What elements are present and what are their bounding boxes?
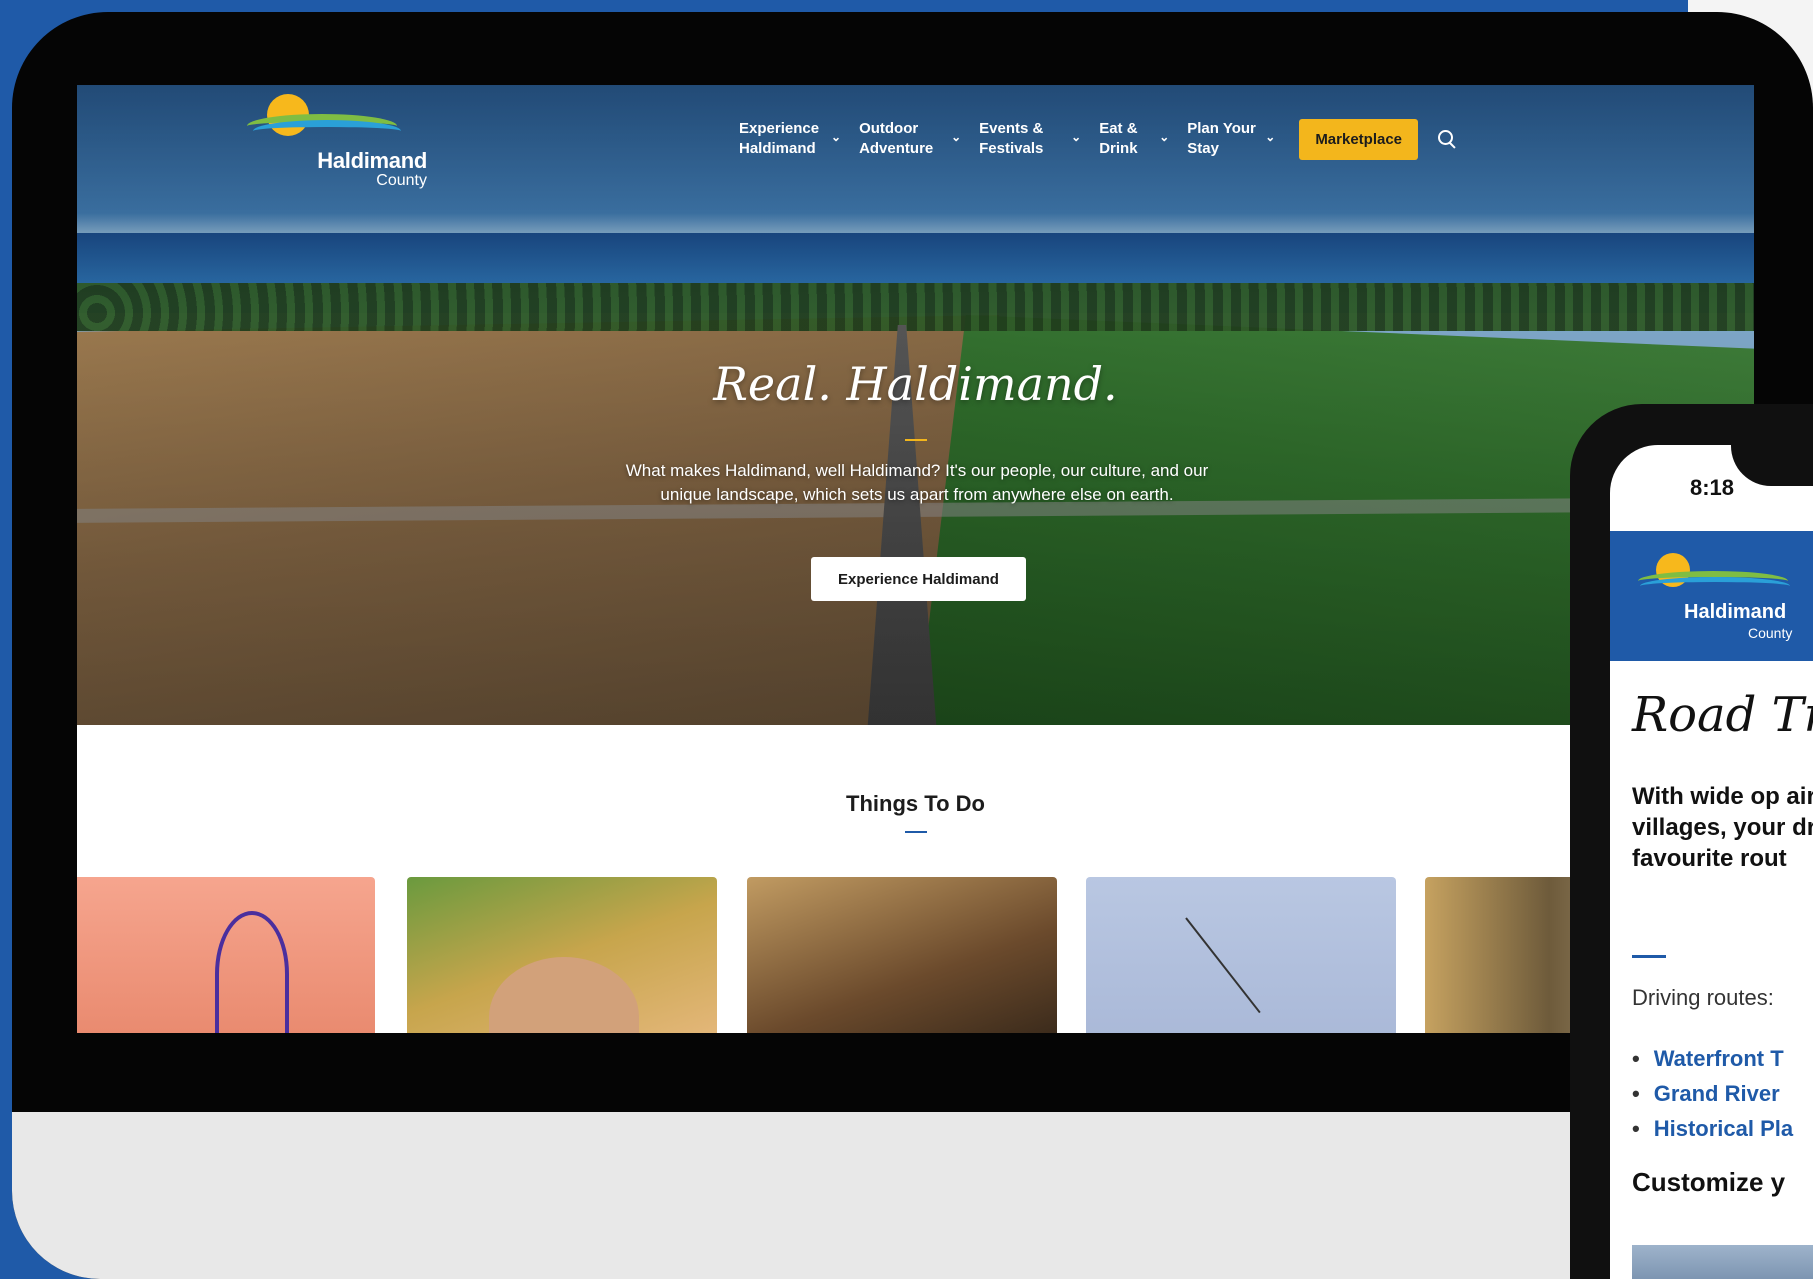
nav-item-label: Experience Haldimand [739,120,820,157]
phone-notch [1731,404,1813,486]
things-to-do-divider [905,831,927,833]
nav-item-label: Outdoor Adventure [859,120,934,157]
route-link[interactable]: Grand River [1632,1076,1793,1111]
route-link[interactable]: Waterfront T [1632,1041,1793,1076]
route-link[interactable]: Historical Pla [1632,1111,1793,1146]
customize-heading: Customize y [1632,1167,1786,1197]
search-icon[interactable] [1438,130,1456,148]
chevron-down-icon: ⌄ [1071,130,1082,144]
phone-header: Haldimand County [1610,531,1813,661]
logo-wave-icon [253,120,401,142]
experience-haldimand-button[interactable]: Experience Haldimand [811,557,1026,601]
laptop-base [12,1112,1813,1279]
laptop-screen: Haldimand County Experience Haldimand ⌄ … [77,85,1754,1033]
hero-divider [905,439,927,441]
things-to-do-cards [77,877,1754,1033]
phone-divider [1632,955,1666,958]
nav-item-label: Eat & Drink [1099,120,1138,157]
hero-section: Haldimand County Experience Haldimand ⌄ … [77,85,1754,725]
phone-logo-name: Haldimand [1684,601,1787,623]
driving-routes-label: Driving routes: [1632,985,1774,1010]
main-nav: Experience Haldimand ⌄ Outdoor Adventure… [739,116,1456,162]
fishing-rod-icon [1185,917,1261,1014]
nav-item-events-festivals[interactable]: Events & Festivals ⌄ [979,119,1081,159]
things-to-do-title: Things To Do [846,791,985,816]
hero-text: What makes Haldimand, well Haldimand? It… [625,461,1209,504]
nav-item-label: Events & Festivals [979,120,1044,157]
driving-routes-list: Waterfront T Grand River Historical Pla [1632,1041,1793,1146]
nav-item-label: Plan Your Stay [1187,120,1256,157]
phone-logo-sub: County [1748,625,1793,641]
card-image[interactable] [77,877,375,1033]
nav-item-outdoor-adventure[interactable]: Outdoor Adventure ⌄ [859,119,961,159]
phone-screen: 8:18 Haldimand County Road Tr With wide … [1610,445,1813,1279]
marketplace-button[interactable]: Marketplace [1299,118,1419,160]
hero-title: Real. Haldimand. [713,357,1118,411]
chevron-down-icon: ⌄ [951,130,962,144]
chevron-down-icon: ⌄ [1159,130,1170,144]
logo-sub: County [376,172,427,189]
card-image[interactable] [747,877,1057,1033]
card-image[interactable] [407,877,717,1033]
card-image[interactable] [1086,877,1396,1033]
status-time: 8:18 [1690,475,1735,500]
phone-image [1632,1245,1813,1279]
phone-intro-text: With wide op air and easy-t villages, yo… [1632,783,1813,872]
chevron-down-icon: ⌄ [831,130,842,144]
site-logo[interactable]: Haldimand County [247,92,427,192]
phone-page-title: Road Tr [1632,687,1813,743]
ferris-wheel-icon [215,911,289,1033]
logo-name: Haldimand [317,148,427,173]
nav-item-plan-your-stay[interactable]: Plan Your Stay ⌄ [1187,119,1275,159]
nav-item-experience-haldimand[interactable]: Experience Haldimand ⌄ [739,119,841,159]
nav-item-eat-drink[interactable]: Eat & Drink ⌄ [1099,119,1169,159]
logo-wave-icon [1640,577,1790,595]
chevron-down-icon: ⌄ [1265,130,1276,144]
person-icon [489,957,639,1033]
